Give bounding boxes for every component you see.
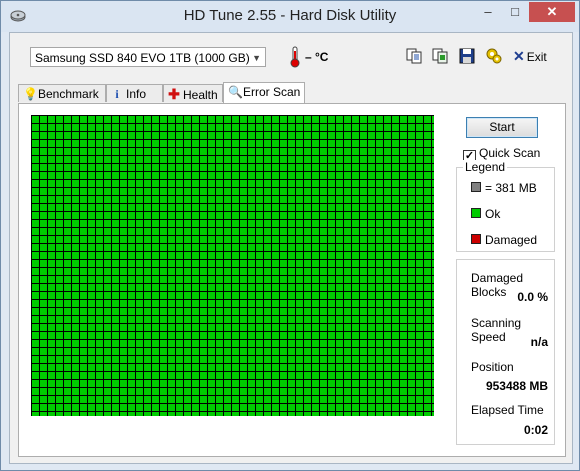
minimize-button[interactable]: – <box>475 2 501 22</box>
exit-label: Exit <box>526 50 547 64</box>
bulb-icon: 💡 <box>23 87 38 101</box>
info-icon: i <box>115 87 119 101</box>
tab-benchmark[interactable]: 💡Benchmark <box>18 84 106 102</box>
position-value: 953488 MB <box>485 379 548 393</box>
tab-label: Info <box>126 87 147 101</box>
drive-select[interactable]: Samsung SSD 840 EVO 1TB (1000 GB) ▼ <box>30 47 266 67</box>
tab-health[interactable]: ✚ Health <box>163 84 223 102</box>
close-button[interactable]: ✕ <box>529 2 575 22</box>
scanning-speed-value: n/a <box>530 335 548 349</box>
drive-select-value: Samsung SSD 840 EVO 1TB (1000 GB) <box>35 51 250 65</box>
legend-label: Damaged <box>485 233 538 247</box>
tab-label: Health <box>183 88 218 102</box>
temperature-readout: – °C <box>305 50 329 64</box>
error-scan-panel: Start ✓ Quick Scan Legend = 381 MB Ok Dam… <box>18 103 566 457</box>
client-area: Samsung SSD 840 EVO 1TB (1000 GB) ▼ – °C <box>9 32 573 464</box>
exit-button[interactable]: ✕ Exit <box>513 48 547 65</box>
scan-stats-box: Damaged Blocks 0.0 % Scanning Speed n/a … <box>456 259 555 445</box>
health-cross-icon: ✚ <box>168 86 180 102</box>
options-icon[interactable] <box>485 47 503 65</box>
block-grid <box>31 115 434 416</box>
save-icon[interactable] <box>458 47 476 65</box>
legend-box: Legend = 381 MB Ok Damaged <box>456 160 555 252</box>
tab-error-scan[interactable]: 🔍Error Scan <box>223 82 305 103</box>
magnifier-icon: 🔍 <box>228 85 243 99</box>
exit-icon: ✕ <box>513 48 525 64</box>
position-label: Position <box>471 360 514 374</box>
block-map <box>31 115 434 416</box>
legend-swatch-grey <box>471 182 481 192</box>
damaged-blocks-value: 0.0 % <box>517 290 548 304</box>
legend-item-ok: Ok <box>471 207 500 221</box>
start-button[interactable]: Start <box>466 117 538 138</box>
legend-swatch-green <box>471 208 481 218</box>
toolbar: Samsung SSD 840 EVO 1TB (1000 GB) ▼ – °C <box>22 44 568 78</box>
quick-scan-label: Quick Scan <box>479 146 541 160</box>
legend-item-damaged: Damaged <box>471 233 537 247</box>
elapsed-time-label: Elapsed Time <box>471 403 544 417</box>
legend-label: Ok <box>485 207 501 221</box>
maximize-button[interactable]: □ <box>502 2 528 22</box>
elapsed-time-value: 0:02 <box>523 423 548 437</box>
thermometer-icon <box>290 46 300 68</box>
main-window: HD Tune 2.55 - Hard Disk Utility – □ ✕ S… <box>0 0 580 471</box>
copy-text-icon[interactable] <box>405 47 423 65</box>
tab-info[interactable]: i Info <box>106 84 163 102</box>
tab-label: Benchmark <box>38 87 99 101</box>
legend-item-block-size: = 381 MB <box>471 181 537 195</box>
legend-label: = 381 MB <box>485 181 537 195</box>
block-fill <box>31 115 434 416</box>
legend-swatch-red <box>471 234 481 244</box>
copy-info-icon[interactable] <box>431 47 449 65</box>
tab-label: Error Scan <box>243 85 301 99</box>
legend-title: Legend <box>463 160 508 174</box>
title-bar[interactable]: HD Tune 2.55 - Hard Disk Utility – □ ✕ <box>1 1 579 32</box>
chevron-down-icon[interactable]: ▼ <box>252 48 261 68</box>
